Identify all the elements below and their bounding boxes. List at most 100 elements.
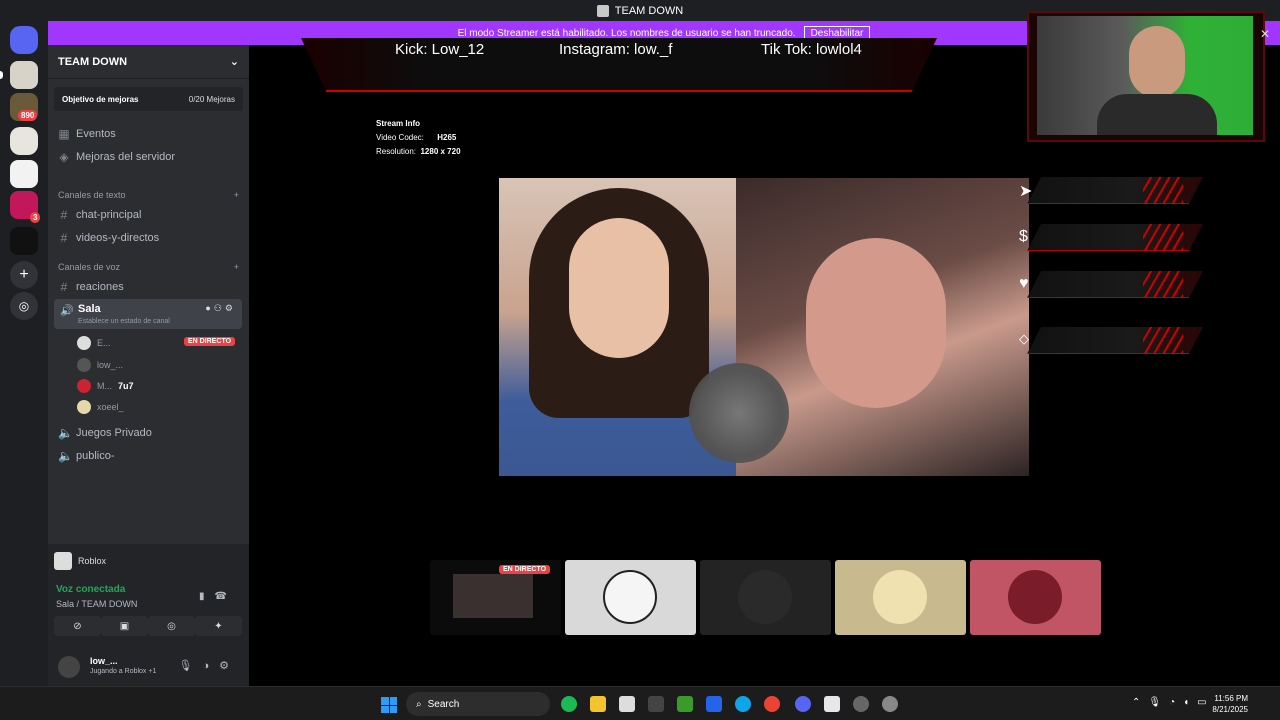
channel-reaciones[interactable]: # reaciones [58, 280, 124, 294]
close-icon[interactable]: ✕ [1260, 27, 1270, 41]
app-icon[interactable] [853, 696, 869, 712]
channel-label: reaciones [76, 281, 124, 293]
taskbar-clock[interactable]: 11:56 PM 8/21/2025 [1212, 693, 1248, 715]
channel-sidebar: TEAM DOWN ⌄ Objetivo de mejoras 0/20 Mej… [48, 45, 249, 686]
app-icon[interactable] [706, 696, 722, 712]
avatar [603, 570, 657, 624]
codec-label: Video Codec: [376, 133, 424, 142]
server-icon-6[interactable] [10, 227, 38, 255]
taskbar-search[interactable]: ⌕ Search [406, 692, 550, 716]
add-channel-icon[interactable]: + [234, 190, 239, 200]
add-server-icon[interactable]: + [10, 261, 38, 289]
stream-info-title: Stream Info [376, 119, 421, 128]
voice-channel-status[interactable]: Establece un estado de canal [78, 318, 170, 325]
activity-button[interactable]: ◎ [148, 616, 195, 636]
soundboard-button[interactable]: ✦ [195, 616, 242, 636]
hash-icon: # [60, 208, 68, 222]
server-icon-4[interactable] [10, 160, 38, 188]
events-item[interactable]: ▦ Eventos [58, 127, 116, 141]
voice-channel-sala[interactable]: 🔊 Sala Establece un estado de canal ●⚇⚙ [54, 299, 242, 329]
live-badge: EN DIRECTO [184, 337, 236, 346]
user-bar: low_... Jugando a Roblox +1 🎙◑⚙ [48, 648, 249, 686]
video-face [806, 238, 946, 408]
avatar[interactable] [58, 656, 80, 678]
stream-area[interactable]: Kick: Low_12 Instagram: low._f Tik Tok: … [249, 11, 1280, 686]
edge-icon[interactable] [735, 696, 751, 712]
roblox-icon[interactable] [824, 696, 840, 712]
resolution-label: Resolution: [376, 147, 417, 156]
server-rail: 890 3 + ◎ [0, 21, 48, 686]
window-title: TEAM DOWN [614, 4, 684, 17]
calendar-icon: ▦ [58, 127, 70, 141]
avatar [77, 400, 91, 414]
discord-home-icon[interactable] [10, 26, 38, 54]
diamond-icon: ◇ [1019, 331, 1029, 346]
voice-connected-label: Voz conectada [56, 584, 126, 595]
participant-tile[interactable] [970, 560, 1101, 635]
add-channel-icon[interactable]: + [234, 262, 239, 272]
resolution-value: 1280 x 720 [420, 147, 461, 156]
windows-start-icon[interactable] [381, 697, 397, 713]
app-icon[interactable] [648, 696, 664, 712]
voice-channel-publico[interactable]: 🔈 publico- [58, 449, 115, 463]
windows-taskbar: ⌕ Search ⌃🎙◔◖▭ 11:56 PM 8/21/2025 [0, 686, 1280, 720]
voice-user[interactable]: low_... [77, 358, 123, 372]
stream-info: Stream Info Video Codec: H265 Resolution… [376, 117, 461, 159]
voice-tools-icons[interactable]: ▮☎ [199, 591, 237, 602]
hash-icon: # [60, 280, 68, 294]
boost-goal[interactable]: Objetivo de mejoras 0/20 Mejoras [54, 87, 243, 111]
spotify-icon[interactable] [561, 696, 577, 712]
participant-strip: EN DIRECTO [430, 560, 1102, 636]
voice-user-extra: 7u7 [118, 381, 134, 391]
webcam-overlay [1027, 11, 1265, 142]
codec-value: H265 [437, 133, 457, 142]
avatar [738, 570, 792, 624]
voice-user[interactable]: E... [77, 336, 111, 350]
voice-user-name: M... [97, 381, 112, 391]
bar-stripes [1143, 177, 1183, 204]
stream-preview [453, 574, 533, 618]
store-icon[interactable] [619, 696, 635, 712]
camera-off-button[interactable]: ⊘ [54, 616, 101, 636]
screen-share-button[interactable]: ▣ [101, 616, 148, 636]
voice-user[interactable]: xoeel_ [77, 400, 124, 414]
server-icon-team-down[interactable] [10, 127, 38, 155]
roblox-icon [54, 552, 72, 570]
system-tray-icons[interactable]: ⌃🎙◔◖▭ [1132, 697, 1215, 708]
channel-tools-icons[interactable]: ●⚇⚙ [205, 303, 236, 314]
voice-button-row: ⊘ ▣ ◎ ✦ [54, 616, 242, 636]
avatar [873, 570, 927, 624]
activity-row[interactable]: Roblox [54, 550, 242, 572]
user-name[interactable]: low_... [90, 656, 118, 666]
text-category-label: Canales de texto [58, 190, 126, 200]
participant-stream-tile[interactable]: EN DIRECTO [430, 560, 561, 635]
voice-user-name: low_... [97, 360, 124, 370]
participant-tile[interactable] [565, 560, 696, 635]
file-explorer-icon[interactable] [590, 696, 606, 712]
discover-icon[interactable]: ◎ [10, 292, 38, 320]
events-label: Eventos [76, 128, 116, 140]
settings-icon[interactable] [882, 696, 898, 712]
chrome-icon[interactable] [764, 696, 780, 712]
server-boosts-item[interactable]: ◈ Mejoras del servidor [58, 150, 175, 164]
channel-videos-y-directos[interactable]: # videos-y-directos [58, 231, 159, 245]
cursor-icon: ➤ [1019, 183, 1033, 200]
voice-channel-name: Sala [78, 303, 101, 315]
discord-icon[interactable] [795, 696, 811, 712]
server-header[interactable]: TEAM DOWN ⌄ [48, 45, 249, 79]
voice-category-label: Canales de voz [58, 262, 121, 272]
participant-tile[interactable] [700, 560, 831, 635]
voice-channel-juegos[interactable]: 🔈 Juegos Privado [58, 426, 152, 440]
server-icon-1[interactable] [10, 61, 38, 89]
shared-video [499, 178, 1029, 476]
user-controls-icons[interactable]: 🎙◑⚙ [179, 659, 239, 672]
participant-tile[interactable] [835, 560, 966, 635]
voice-user[interactable]: M... 7u7 [77, 379, 134, 393]
text-category[interactable]: Canales de texto + [58, 190, 239, 200]
streamer-head [1129, 26, 1185, 98]
avatar [1008, 570, 1062, 624]
voice-location[interactable]: Sala / TEAM DOWN [56, 599, 137, 609]
channel-chat-principal[interactable]: # chat-principal [58, 208, 142, 222]
minecraft-icon[interactable] [677, 696, 693, 712]
voice-category[interactable]: Canales de voz + [58, 262, 239, 272]
